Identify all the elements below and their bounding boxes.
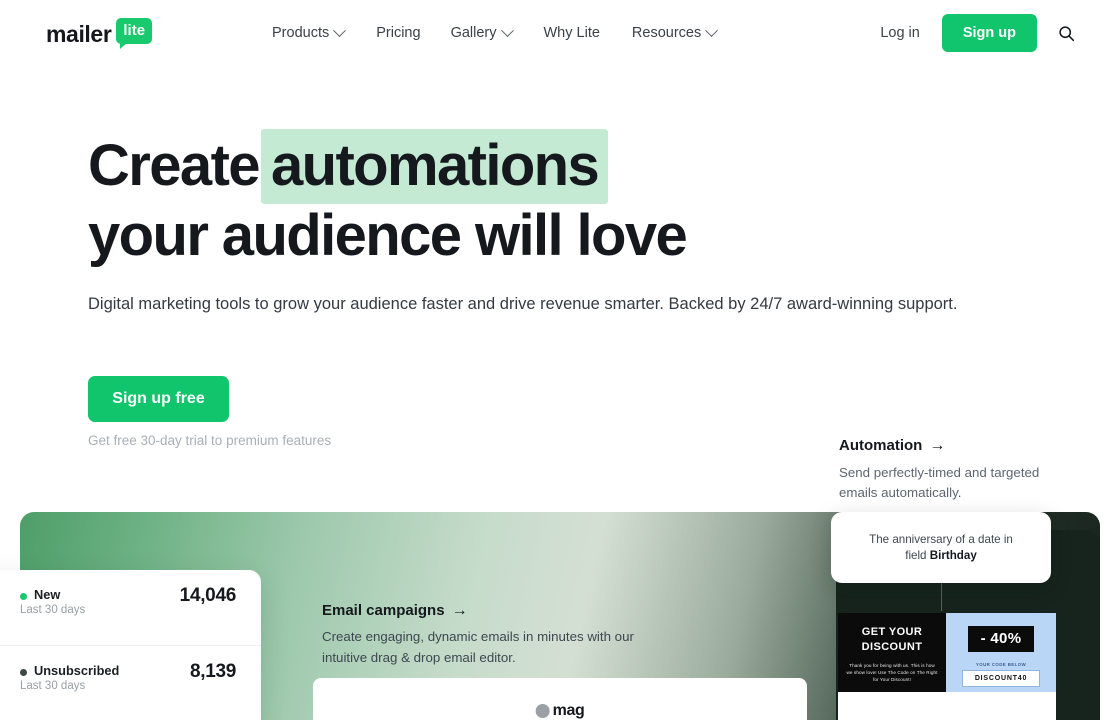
primary-nav-links: Products Pricing Gallery Why Lite Resour… xyxy=(272,22,716,44)
trial-note: Get free 30-day trial to premium feature… xyxy=(88,433,331,448)
nav-item-resources-label: Resources xyxy=(632,22,701,44)
automation-trigger-card[interactable]: The anniversary of a date in field Birth… xyxy=(831,512,1051,583)
status-dot-new xyxy=(20,593,27,600)
mag-brand-text: mag xyxy=(553,702,585,720)
nav-item-gallery[interactable]: Gallery xyxy=(451,22,544,44)
discount-body-text: Thank you for being with us. This is how… xyxy=(846,662,938,683)
page-root: mailer lite Products Pricing Gallery Why… xyxy=(0,0,1119,720)
subscriber-stats-card: New Last 30 days 14,046 Unsubscribed Las… xyxy=(0,570,261,720)
automation-link[interactable]: Automation → xyxy=(839,437,1089,454)
page-title: Createautomations your audience will lov… xyxy=(88,131,686,271)
chevron-down-icon xyxy=(705,24,718,37)
search-button[interactable] xyxy=(1051,14,1081,52)
stat-value-new: 14,046 xyxy=(180,585,236,607)
stat-value-unsubscribed: 8,139 xyxy=(190,661,236,683)
discount-heading-line2: DISCOUNT xyxy=(846,640,938,655)
chevron-down-icon xyxy=(501,24,514,37)
automation-connector-line xyxy=(941,583,942,611)
nav-item-pricing-label: Pricing xyxy=(376,22,420,44)
stat-row-unsubscribed: Unsubscribed Last 30 days 8,139 xyxy=(0,646,261,720)
nav-item-gallery-label: Gallery xyxy=(451,22,497,44)
headline-highlight: automations xyxy=(261,129,608,204)
automation-block: Automation → Send perfectly-timed and ta… xyxy=(839,437,1089,503)
stat-sublabel-new: Last 30 days xyxy=(20,604,85,616)
logo-badge-lite: lite xyxy=(116,18,152,44)
signup-button[interactable]: Sign up xyxy=(942,14,1037,52)
nav-item-resources[interactable]: Resources xyxy=(632,22,716,44)
arrow-right-icon: → xyxy=(929,438,945,454)
nav-item-products-label: Products xyxy=(272,22,329,44)
signup-free-button[interactable]: Sign up free xyxy=(88,376,229,422)
nav-item-why-lite[interactable]: Why Lite xyxy=(544,22,632,44)
nav-item-pricing[interactable]: Pricing xyxy=(376,22,450,44)
discount-footer-panel xyxy=(838,692,1056,720)
email-preview-card: mag xyxy=(313,678,807,720)
stat-label-new: New xyxy=(34,587,60,602)
stat-label-unsubscribed: Unsubscribed xyxy=(34,663,119,678)
mag-brand-logo: mag xyxy=(536,702,585,720)
hero-subtitle: Digital marketing tools to grow your aud… xyxy=(88,290,1004,318)
logo-text-mailer: mailer xyxy=(46,18,111,46)
search-icon xyxy=(1058,25,1075,42)
email-campaigns-block: Email campaigns → Create engaging, dynam… xyxy=(322,602,752,668)
email-campaigns-description: Create engaging, dynamic emails in minut… xyxy=(322,627,652,668)
mailerlite-logo[interactable]: mailer lite xyxy=(46,18,152,46)
discount-heading-line1: GET YOUR xyxy=(846,625,938,640)
discount-code-value: DISCOUNT40 xyxy=(962,670,1040,687)
discount-code-panel: - 40% YOUR CODE BELOW DISCOUNT40 xyxy=(946,613,1056,692)
top-navigation-bar: mailer lite Products Pricing Gallery Why… xyxy=(0,0,1119,66)
discount-headline-panel: GET YOUR DISCOUNT Thank you for being wi… xyxy=(838,613,946,692)
headline-line1-prefix: Create xyxy=(88,133,259,198)
arrow-right-icon: → xyxy=(452,603,468,619)
email-campaigns-title: Email campaigns xyxy=(322,602,445,619)
automation-trigger-text: The anniversary of a date in field Birth… xyxy=(861,532,1021,564)
chevron-down-icon xyxy=(333,24,346,37)
mag-circle-icon xyxy=(536,704,550,718)
nav-item-products[interactable]: Products xyxy=(272,22,376,44)
stat-row-new: New Last 30 days 14,046 xyxy=(0,570,261,646)
automation-trigger-field: Birthday xyxy=(930,549,977,562)
automation-title: Automation xyxy=(839,437,922,454)
discount-email-preview: GET YOUR DISCOUNT Thank you for being wi… xyxy=(838,613,1056,720)
email-campaigns-link[interactable]: Email campaigns → xyxy=(322,602,752,619)
headline-line2: your audience will love xyxy=(88,203,686,268)
status-dot-unsubscribed xyxy=(20,669,27,676)
nav-actions: Log in Sign up xyxy=(880,14,1081,52)
automation-description: Send perfectly-timed and targeted emails… xyxy=(839,463,1051,503)
stat-sublabel-unsubscribed: Last 30 days xyxy=(20,680,85,692)
login-link[interactable]: Log in xyxy=(880,14,920,52)
nav-item-why-lite-label: Why Lite xyxy=(544,22,600,44)
discount-percent-badge: - 40% xyxy=(968,626,1035,652)
discount-code-label: YOUR CODE BELOW xyxy=(946,662,1056,667)
